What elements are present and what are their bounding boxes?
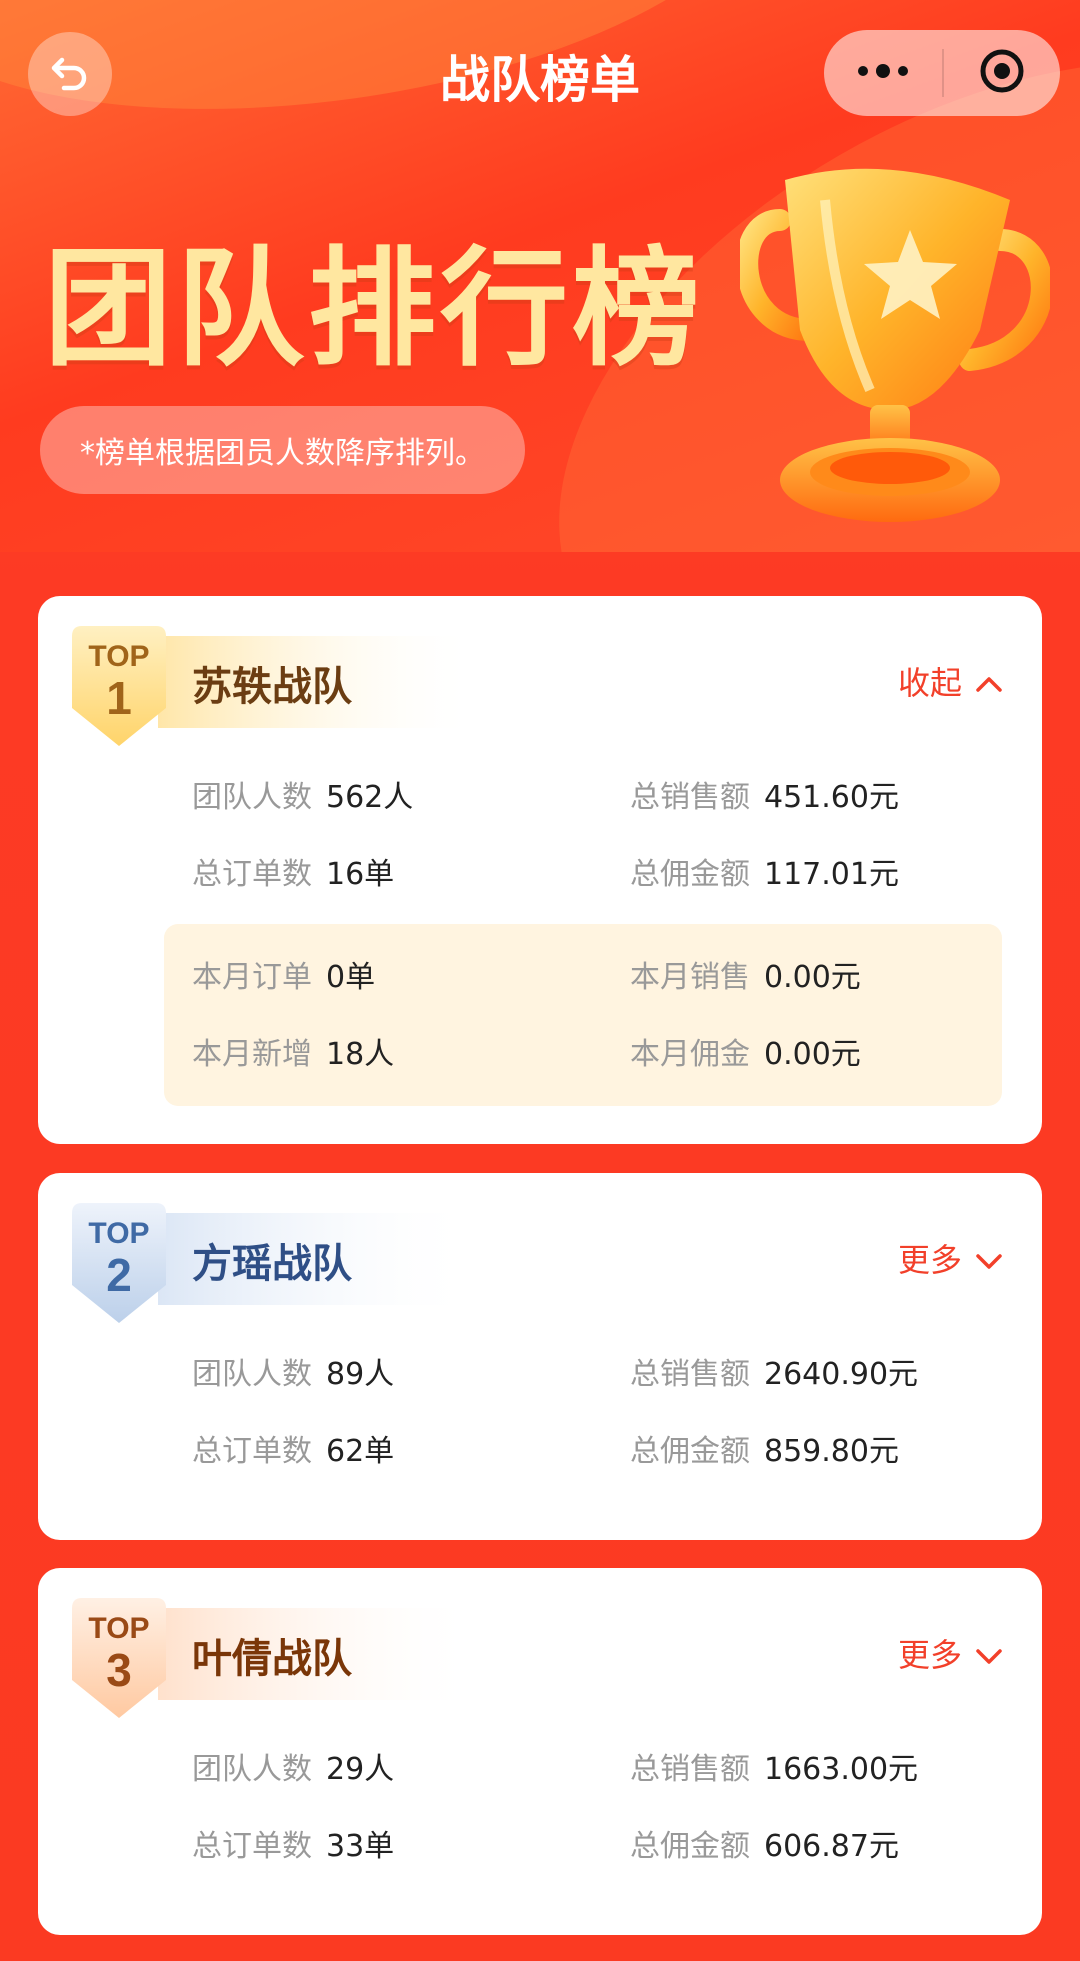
rank-label: TOP	[88, 640, 149, 673]
back-button[interactable]	[28, 32, 112, 116]
chevron-up-icon	[976, 662, 1002, 700]
collapse-toggle[interactable]: 收起	[898, 658, 1002, 704]
toggle-label: 收起	[897, 664, 962, 702]
chevron-down-icon	[976, 1634, 1002, 1672]
stat-commission: 总佣金额 117.01元	[630, 857, 899, 892]
stat-commission: 总佣金额 859.80元	[630, 1434, 899, 1469]
stat-members: 团队人数 29人	[192, 1752, 395, 1787]
back-arrow-icon	[48, 50, 92, 98]
toggle-label: 更多	[897, 1636, 962, 1674]
target-close-icon	[978, 47, 1026, 99]
expand-toggle[interactable]: 更多	[898, 1630, 1002, 1676]
close-button[interactable]	[944, 30, 1060, 116]
stat-members: 团队人数 562人	[192, 780, 414, 815]
chevron-down-icon	[976, 1239, 1002, 1277]
hero-decoration	[0, 0, 801, 161]
expand-toggle[interactable]: 更多	[898, 1235, 1002, 1281]
more-button[interactable]	[824, 30, 942, 116]
rank-label: TOP	[88, 1612, 149, 1645]
more-dots-icon	[855, 61, 911, 85]
stat-sales: 总销售额 2640.90元	[630, 1357, 919, 1392]
stat-orders: 总订单数 62单	[192, 1434, 395, 1469]
stat-sales: 总销售额 1663.00元	[630, 1752, 919, 1787]
hero-title: 团队排行榜	[44, 235, 705, 384]
rank-number: 3	[106, 1644, 132, 1696]
rank-number: 1	[106, 672, 132, 724]
rank-badge: TOP 3	[64, 1594, 174, 1722]
team-name: 叶倩战队	[192, 1636, 352, 1682]
stat-month-commission: 本月佣金 0.00元	[630, 1037, 861, 1072]
rank-badge: TOP 1	[64, 622, 174, 750]
stat-month-sales: 本月销售 0.00元	[630, 960, 861, 995]
stat-orders: 总订单数 33单	[192, 1829, 395, 1864]
team-name: 方瑶战队	[192, 1241, 352, 1287]
page: 战队榜单 团队排行榜 *榜单根据团员人数降序排列。 TOP 1 苏轶战队 收起 …	[0, 0, 1080, 1961]
stat-members: 团队人数 89人	[192, 1357, 395, 1392]
stat-sales: 总销售额 451.60元	[630, 780, 899, 815]
rank-label: TOP	[88, 1217, 149, 1250]
rank-badge: TOP 2	[64, 1199, 174, 1327]
team-card-3: TOP 3 叶倩战队 更多 团队人数 29人 总销售额 1663.00元 总订单数 3…	[38, 1568, 1042, 1935]
hero-note: *榜单根据团员人数降序排列。	[40, 406, 525, 494]
team-card-1: TOP 1 苏轶战队 收起 团队人数 562人 总销售额 451.60元 总订单数 1…	[38, 596, 1042, 1144]
toggle-label: 更多	[897, 1241, 962, 1279]
team-card-2: TOP 2 方瑶战队 更多 团队人数 89人 总销售额 2640.90元 总订单数 6…	[38, 1173, 1042, 1540]
stat-commission: 总佣金额 606.87元	[630, 1829, 899, 1864]
stat-month-new: 本月新增 18人	[192, 1037, 395, 1072]
rank-number: 2	[106, 1249, 132, 1301]
mini-program-capsule	[824, 30, 1060, 116]
team-name: 苏轶战队	[192, 664, 352, 710]
stat-month-orders: 本月订单 0单	[192, 960, 376, 995]
trophy-icon	[736, 160, 1053, 530]
stat-orders: 总订单数 16单	[192, 857, 395, 892]
